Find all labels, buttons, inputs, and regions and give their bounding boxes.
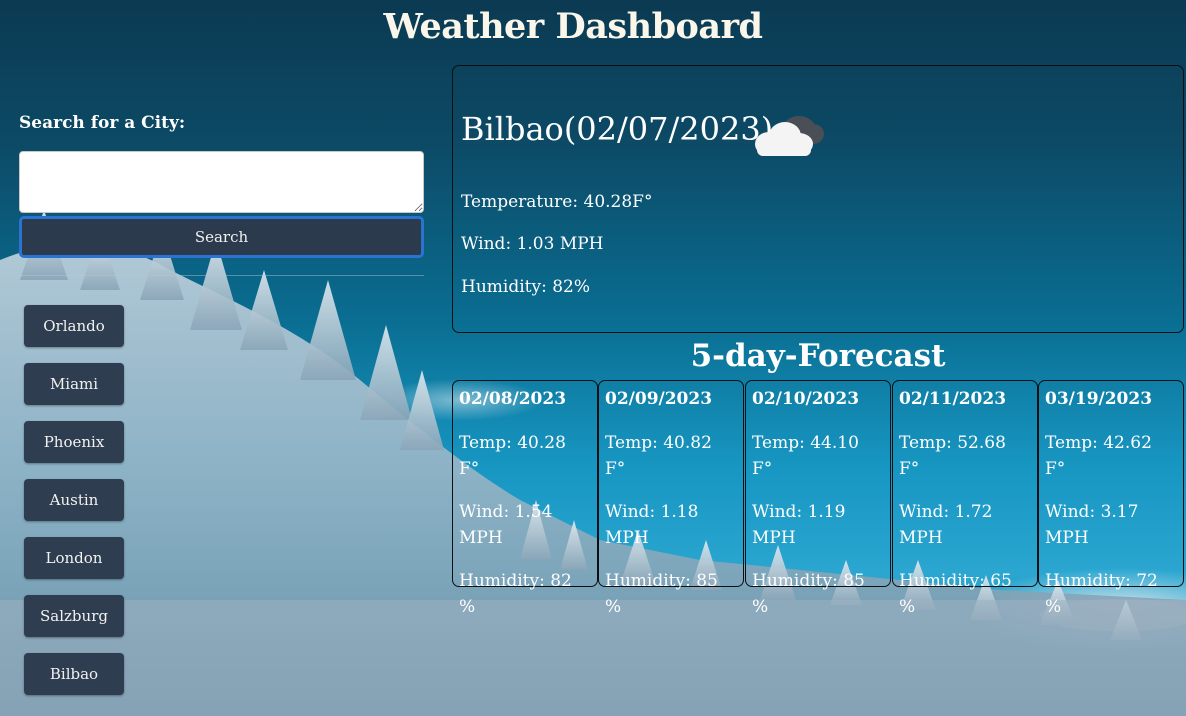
page-title: Weather Dashboard [383, 6, 764, 47]
search-label: Search for a City: [19, 113, 186, 133]
forecast-card: 02/11/2023 Temp: 52.68 F° Wind: 1.72 MPH… [892, 380, 1038, 617]
current-weather-card: Bilbao(02/07/2023) Temperature: 40.28F° … [452, 65, 1184, 333]
forecast-temp: Temp: 40.82 F° [605, 433, 712, 479]
history-button-phoenix[interactable]: Phoenix [24, 421, 124, 463]
forecast-wind: Wind: 3.17 MPH [1045, 502, 1139, 548]
search-button[interactable]: Search [19, 216, 424, 258]
forecast-humidity: Humidity: 85 % [605, 571, 718, 617]
forecast-title: 5-day-Forecast [690, 338, 946, 374]
forecast-date: 02/09/2023 [605, 389, 713, 409]
forecast-humidity: Humidity: 85 % [752, 571, 865, 617]
forecast-wind: Wind: 1.72 MPH [899, 502, 993, 548]
forecast-temp: Temp: 44.10 F° [752, 433, 859, 479]
forecast-date: 03/19/2023 [1045, 389, 1153, 409]
forecast-card: 02/08/2023 Temp: 40.28 F° Wind: 1.54 MPH… [452, 380, 598, 617]
current-temperature: Temperature: 40.28F° [461, 192, 653, 212]
cloudy-icon [755, 116, 824, 156]
history-button-salzburg[interactable]: Salzburg [24, 595, 124, 637]
history-button-austin[interactable]: Austin [24, 479, 124, 521]
forecast-wind: Wind: 1.18 MPH [605, 502, 699, 548]
forecast-date: 02/11/2023 [899, 389, 1007, 409]
forecast-date: 02/08/2023 [459, 389, 567, 409]
forecast-date: 02/10/2023 [752, 389, 860, 409]
forecast-humidity: Humidity: 72 % [1045, 571, 1158, 617]
divider [19, 275, 424, 276]
forecast-wind: Wind: 1.54 MPH [459, 502, 553, 548]
forecast-temp: Temp: 52.68 F° [899, 433, 1006, 479]
forecast-temp: Temp: 42.62 F° [1045, 433, 1152, 479]
history-button-london[interactable]: London [24, 537, 124, 579]
history-button-orlando[interactable]: Orlando [24, 305, 124, 347]
forecast-temp: Temp: 40.28 F° [459, 433, 566, 479]
forecast-humidity: Humidity: 82 % [459, 571, 572, 617]
current-city-heading: Bilbao(02/07/2023) [461, 110, 774, 148]
city-search-input[interactable] [19, 151, 424, 213]
current-wind: Wind: 1.03 MPH [461, 234, 604, 254]
history-button-miami[interactable]: Miami [24, 363, 124, 405]
forecast-card: 02/10/2023 Temp: 44.10 F° Wind: 1.19 MPH… [745, 380, 891, 617]
current-humidity: Humidity: 82% [461, 277, 591, 297]
forecast-card: 03/19/2023 Temp: 42.62 F° Wind: 3.17 MPH… [1038, 380, 1184, 617]
history-button-bilbao[interactable]: Bilbao [24, 653, 124, 695]
forecast-card: 02/09/2023 Temp: 40.82 F° Wind: 1.18 MPH… [598, 380, 744, 617]
forecast-wind: Wind: 1.19 MPH [752, 502, 846, 548]
forecast-humidity: Humidity: 65 % [899, 571, 1012, 617]
